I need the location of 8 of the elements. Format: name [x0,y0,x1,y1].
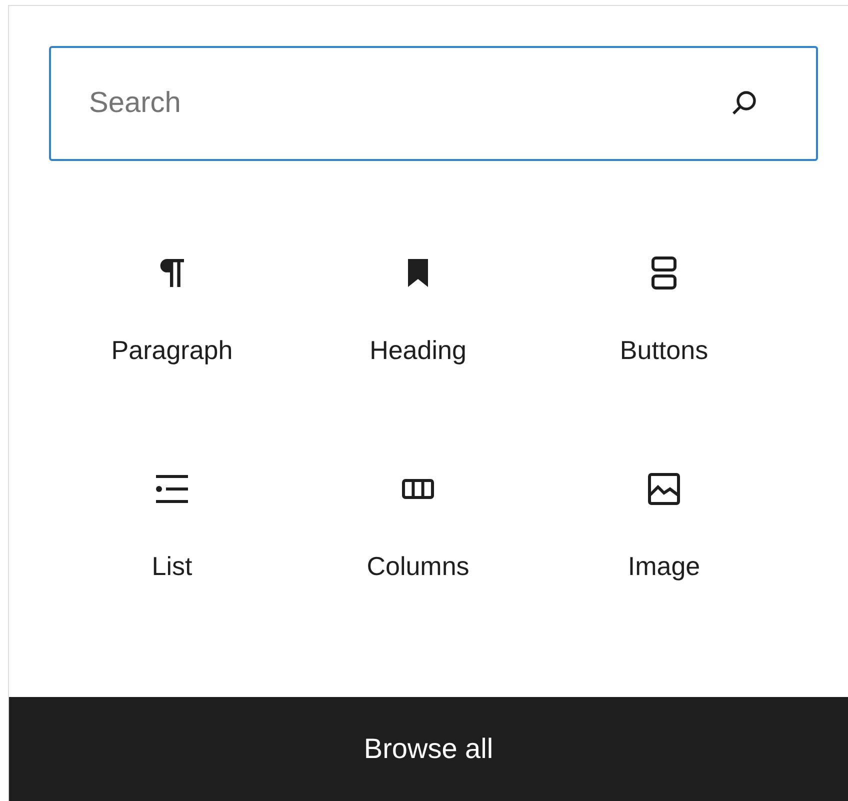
block-button[interactable]: Buttons [541,249,787,363]
block-button[interactable]: Heading [295,249,541,363]
block-button[interactable]: Paragraph [49,249,295,363]
browse-all-button[interactable]: Browse all [9,697,848,801]
search-field[interactable]: Search [49,46,818,161]
block-button[interactable]: List [49,465,295,579]
block-button[interactable]: Columns [295,465,541,579]
block-button[interactable]: Image [541,465,787,579]
